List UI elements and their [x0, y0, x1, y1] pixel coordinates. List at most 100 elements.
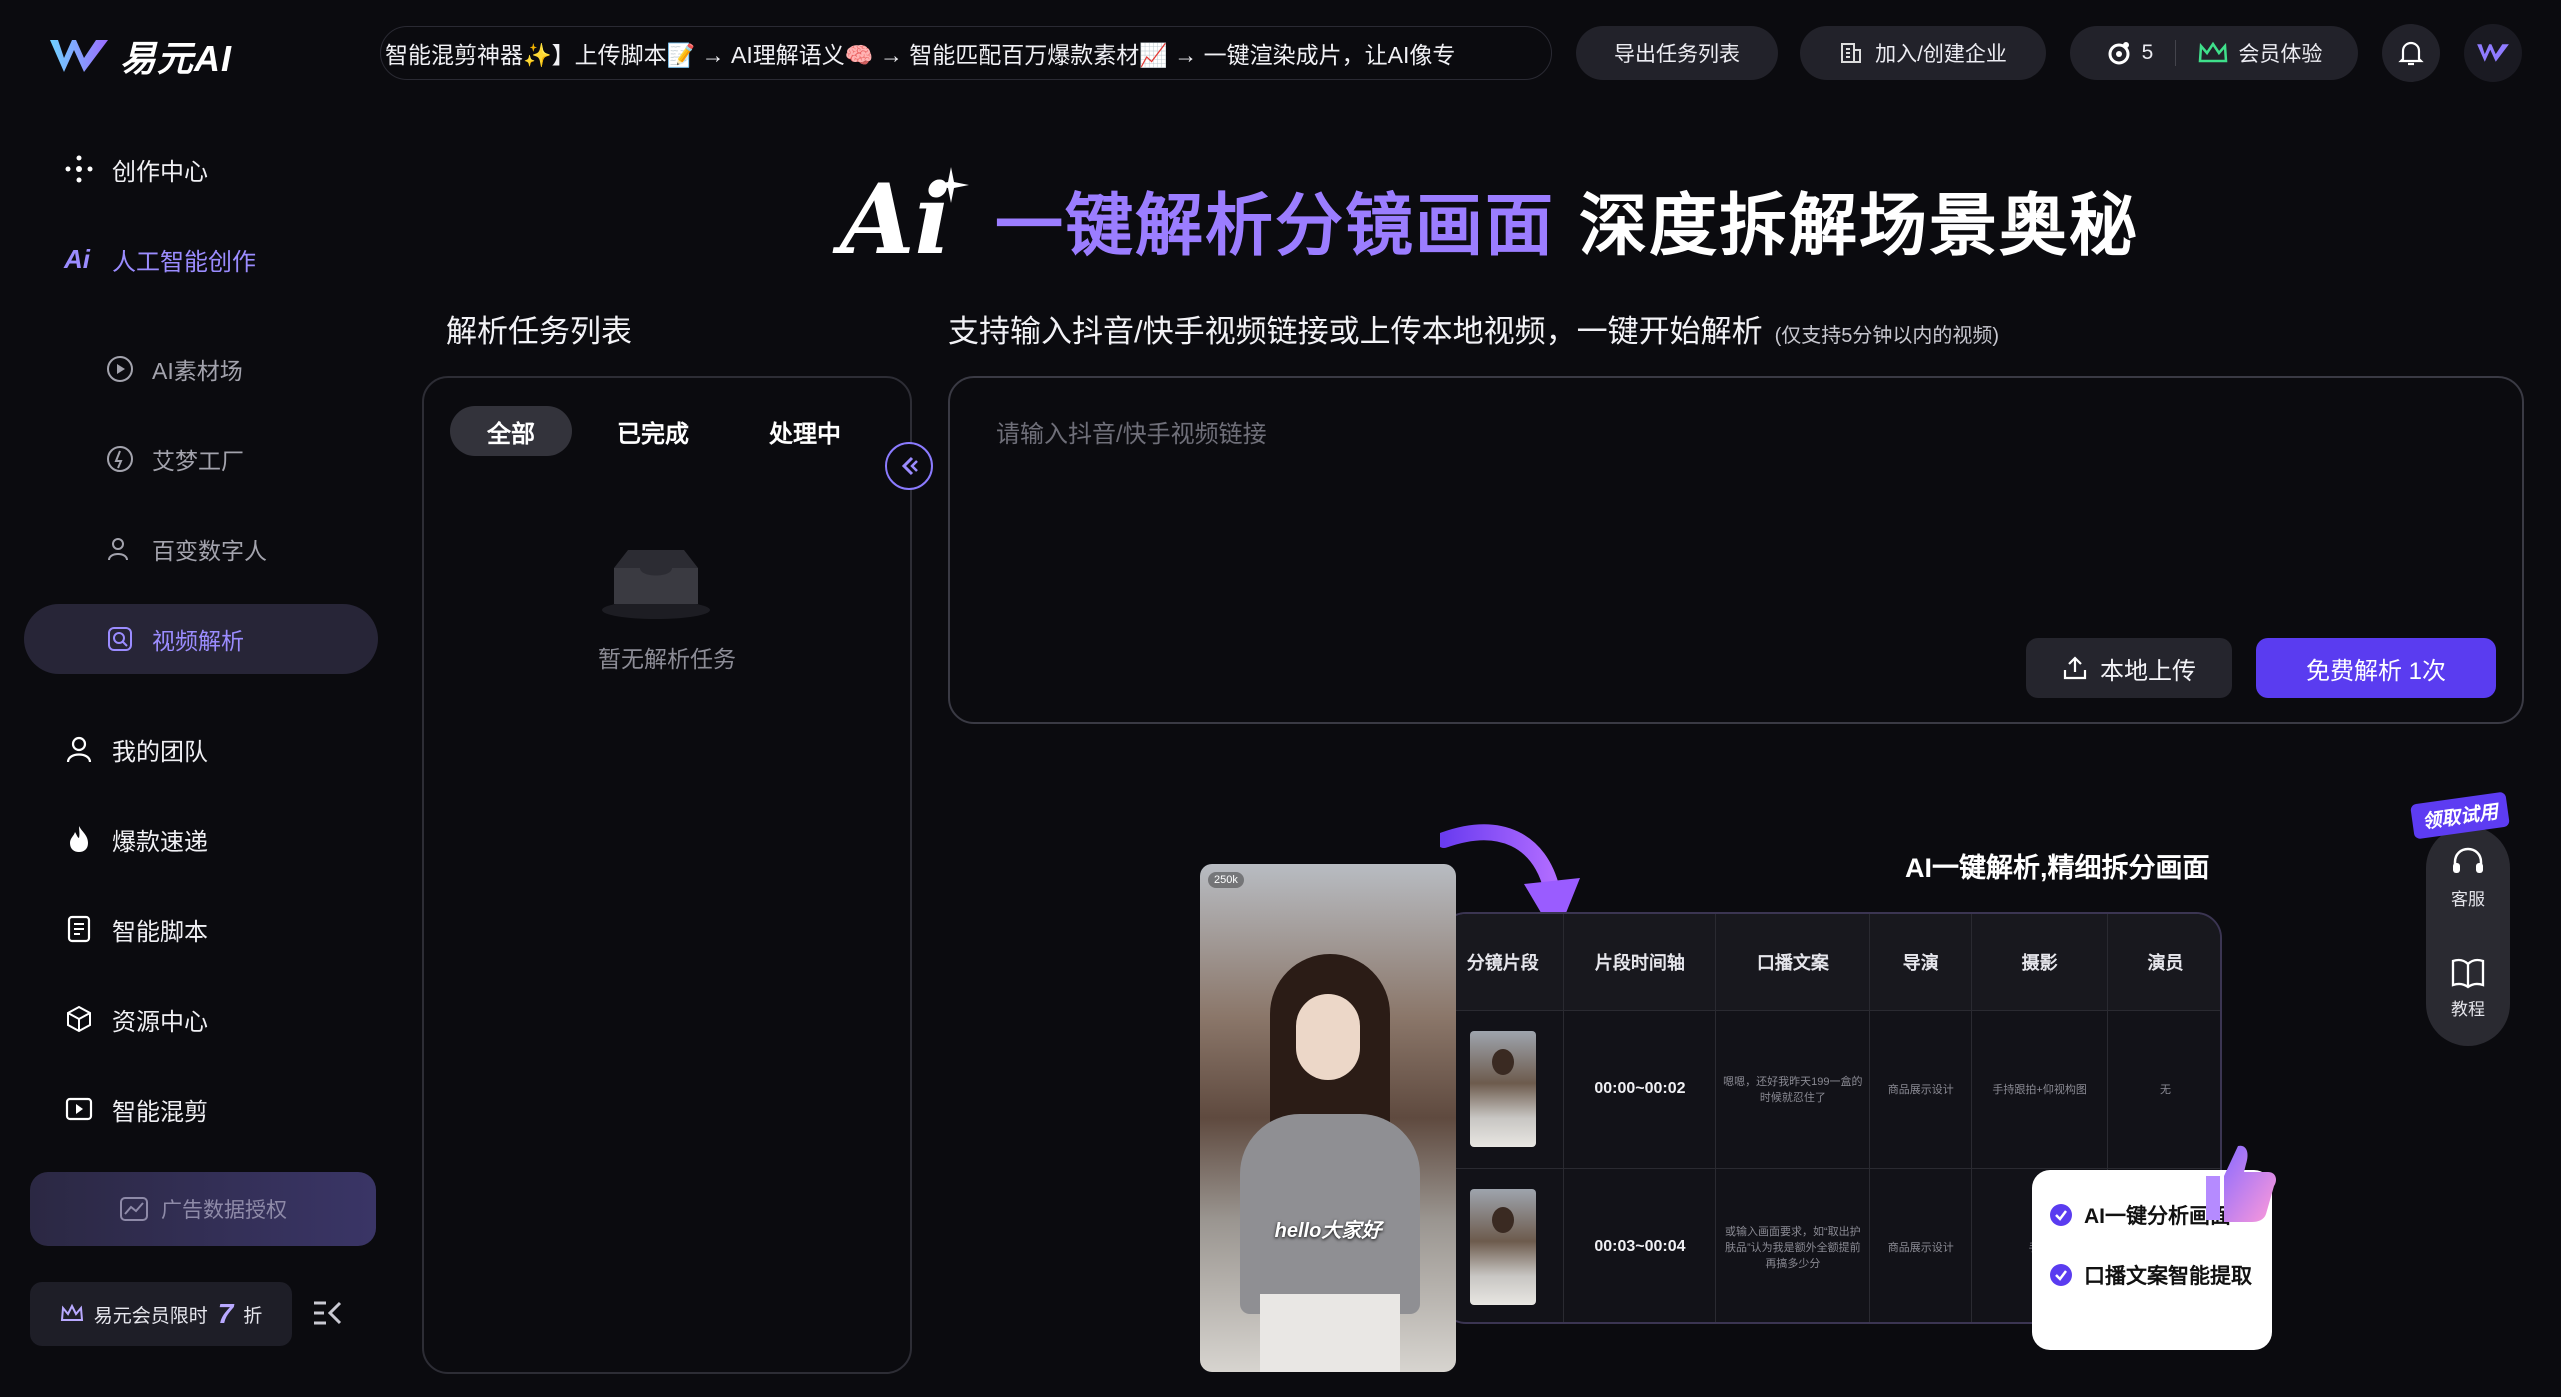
person-icon: [108, 538, 128, 561]
chevron-left-icon: [901, 456, 918, 476]
sidebar-item-label: 爆款速递: [112, 828, 208, 856]
sidebar-item-label: 艾梦工厂: [152, 448, 244, 474]
vip-promo-discount: 7: [217, 1298, 234, 1329]
free-trial-badge[interactable]: 领取试用: [2410, 791, 2510, 840]
notification-button[interactable]: [2382, 24, 2440, 82]
sidebar-item-aimeng-factory[interactable]: 艾梦工厂: [24, 424, 378, 494]
team-icon: [66, 736, 92, 763]
task-list-title: 解析任务列表: [446, 314, 632, 349]
video-search-icon: [108, 627, 132, 651]
vip-promo-suffix: 折: [243, 1305, 263, 1327]
credit-coin-icon: [2108, 42, 2130, 65]
factory-icon: [107, 446, 133, 472]
hero-title-rest: 深度拆解场景奥秘: [1578, 188, 2139, 264]
ad-data-auth-button[interactable]: 广告数据授权: [30, 1172, 376, 1246]
showcase-caption: AI一键解析,精细拆分画面: [1905, 853, 2210, 883]
sidebar: 易元AI 创作中心 Ai 人工智能创作 AI素材场 艾梦工厂 百变数字人 视频解…: [0, 0, 400, 1397]
sidebar-item-smart-script[interactable]: 智能脚本: [24, 894, 378, 964]
sidebar-item-hot-express[interactable]: 爆款速递: [24, 804, 378, 874]
export-task-list-button[interactable]: 导出任务列表: [1576, 26, 1778, 80]
document-icon: [67, 915, 91, 943]
empty-inbox-icon: [602, 550, 710, 619]
sidebar-item-label: 智能脚本: [112, 918, 208, 946]
crown-icon: [60, 1304, 83, 1321]
video-subtitle: hello大家好: [1274, 1220, 1382, 1242]
upload-icon: [2063, 656, 2087, 680]
vip-promo-prefix: 易元会员限时: [93, 1305, 208, 1327]
sidebar-item-smart-mix[interactable]: 智能混剪: [24, 1074, 378, 1144]
sidebar-item-my-team[interactable]: 我的团队: [24, 714, 378, 784]
sparkle-cross-icon: [65, 155, 93, 183]
column-header: 分镜片段: [1442, 914, 1565, 1011]
tab-processing[interactable]: 处理中: [744, 406, 866, 456]
empty-task-label: 暂无解析任务: [598, 646, 736, 672]
sidebar-item-label: 智能混剪: [112, 1098, 208, 1126]
column-header: 摄影: [1971, 914, 2109, 1011]
hero-banner: Ai 一键解析分镜画面 深度拆解场景奥秘: [840, 166, 2139, 269]
ai-icon: Ai: [64, 243, 90, 274]
announcement-marquee[interactable]: 智能混剪神器✨】上传脚本📝 → AI理解语义🧠 → 智能匹配百万爆款素材📈 → …: [380, 26, 1552, 80]
tutorial-label: 教程: [2451, 1000, 2485, 1019]
video-play-icon: [65, 1097, 93, 1121]
cube-icon: [67, 1005, 91, 1033]
sidebar-item-ai-creation[interactable]: Ai 人工智能创作: [24, 224, 378, 294]
shot-time: 00:00~00:02: [1563, 1010, 1717, 1169]
input-title: 支持输入抖音/快手视频链接或上传本地视频，一键开始解析 (仅支持5分钟以内的视频): [948, 306, 1999, 351]
marquee-text: 智能混剪神器✨】上传脚本📝 → AI理解语义🧠 → 智能匹配百万爆款素材📈 → …: [385, 42, 1456, 68]
tab-completed[interactable]: 已完成: [592, 406, 714, 456]
customer-service-button[interactable]: 客服: [2426, 846, 2510, 910]
sidebar-item-create-center[interactable]: 创作中心: [24, 134, 378, 204]
sparkle-icon: [932, 166, 969, 203]
local-upload-label: 本地上传: [2100, 657, 2196, 685]
free-parse-button[interactable]: 免费解析 1次: [2256, 638, 2496, 698]
join-company-button[interactable]: 加入/创建企业: [1800, 26, 2046, 80]
shot-thumbnail: [1469, 1031, 1536, 1147]
user-avatar[interactable]: [2464, 24, 2522, 82]
customer-service-label: 客服: [2451, 890, 2485, 909]
app-logo[interactable]: 易元AI: [48, 30, 232, 82]
book-icon: [2451, 958, 2485, 989]
logo-icon: [50, 40, 108, 72]
input-title-note: (仅支持5分钟以内的视频): [1774, 325, 2000, 347]
sidebar-item-label: 百变数字人: [152, 538, 267, 564]
collapse-panel-button[interactable]: [885, 442, 933, 490]
headset-icon: [2453, 847, 2483, 873]
column-header: 导演: [1869, 914, 1973, 1011]
shot-director: 商品展示设计: [1869, 1010, 1973, 1169]
play-circle-icon: [107, 356, 133, 382]
table-header-row: 分镜片段 片段时间轴 口播文案 导演 摄影 演员: [1442, 914, 2220, 1011]
sidebar-item-label: 资源中心: [112, 1008, 208, 1036]
credits-count: 5: [2141, 41, 2154, 64]
avatar-logo-icon: [2477, 44, 2509, 62]
video-link-input[interactable]: [994, 412, 2474, 612]
flame-icon: [70, 826, 88, 852]
video-link-input-box: 本地上传 免费解析 1次: [948, 376, 2524, 724]
tutorial-button[interactable]: 教程: [2426, 956, 2510, 1020]
hero-title-highlight: 一键解析分镜画面: [994, 188, 1555, 264]
photo-skirt: [1260, 1294, 1400, 1372]
shot-thumbnail-cell: [1442, 1168, 1565, 1322]
shot-copy: 嗯嗯，还好我昨天199一盒的时候就忍住了: [1715, 1010, 1871, 1169]
sidebar-item-label: AI素材场: [152, 358, 243, 384]
bell-icon: [2398, 41, 2424, 66]
sidebar-item-ai-material[interactable]: AI素材场: [24, 334, 378, 404]
tab-all[interactable]: 全部: [450, 406, 572, 456]
collapse-sidebar-icon[interactable]: [310, 1298, 344, 1333]
feature-item: 口播文案智能提取: [2050, 1260, 2272, 1290]
sidebar-item-video-analysis[interactable]: 视频解析: [24, 604, 378, 674]
account-credits-pill[interactable]: 5 会员体验: [2070, 26, 2358, 80]
building-icon: [1841, 43, 1862, 63]
shot-thumbnail: [1469, 1189, 1536, 1305]
column-header: 演员: [2107, 914, 2220, 1011]
sidebar-item-resource-center[interactable]: 资源中心: [24, 984, 378, 1054]
logo-text: 易元AI: [120, 38, 233, 79]
vip-trial-label: 会员体验: [2238, 43, 2323, 66]
sidebar-item-digital-human[interactable]: 百变数字人: [24, 514, 378, 584]
shot-copy: 或输入画面要求，如“取出护肤品”认为我是额外全额提前再搞多少分: [1715, 1168, 1871, 1322]
sample-video-frame: 250k hello大家好: [1200, 864, 1456, 1372]
column-header: 片段时间轴: [1563, 914, 1717, 1011]
photo-face: [1296, 994, 1360, 1080]
ad-data-auth-label: 广告数据授权: [161, 1199, 287, 1222]
vip-promo-button[interactable]: 易元会员限时 7 折: [30, 1282, 292, 1346]
local-upload-button[interactable]: 本地上传: [2026, 638, 2232, 698]
